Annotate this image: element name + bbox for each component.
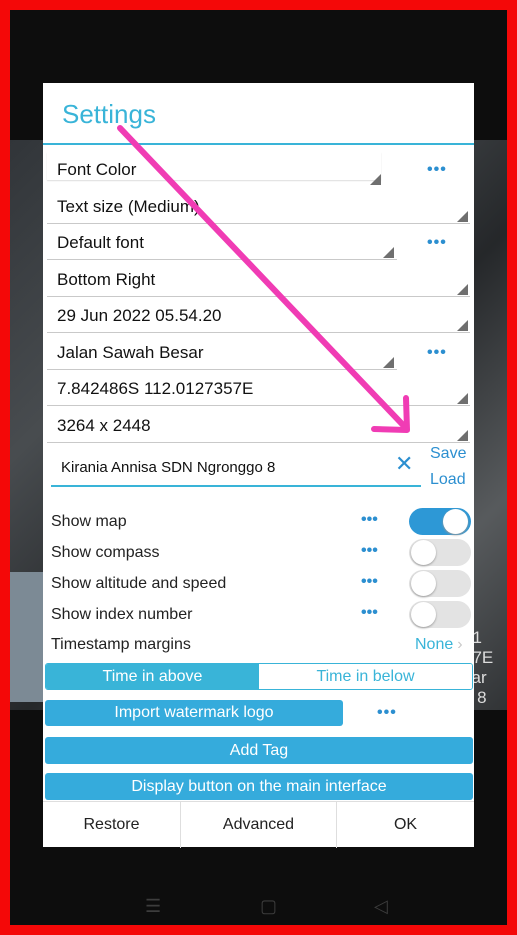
annotation-arrow: [117, 125, 410, 433]
